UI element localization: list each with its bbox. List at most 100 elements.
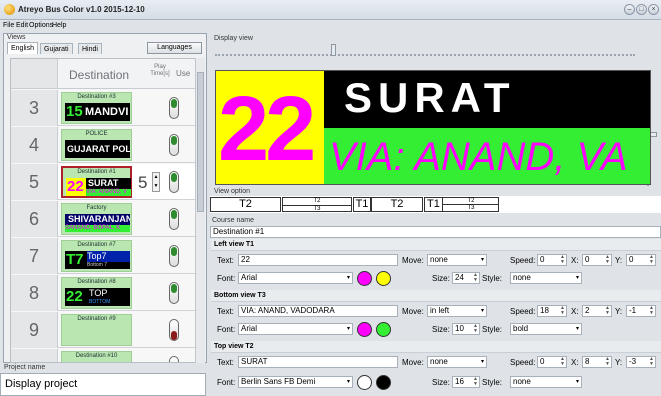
destination-thumbnail[interactable]: POLICE GUJARAT POLICE: [61, 129, 132, 161]
bottom-view-size-spinner[interactable]: 10 ▲ ▼: [452, 323, 480, 335]
left-view-text-input[interactable]: 22: [238, 254, 398, 266]
left-view-y-spinner[interactable]: 0 ▲ ▼: [626, 254, 656, 266]
use-toggle[interactable]: [169, 356, 179, 362]
languages-button[interactable]: Languages: [147, 42, 202, 54]
top-view-y-spinner[interactable]: -3 ▲ ▼: [626, 356, 656, 368]
table-header: Destination Play Time[s] Use: [11, 59, 195, 89]
use-toggle[interactable]: [169, 134, 179, 156]
view-option-1[interactable]: T2: [210, 197, 281, 212]
tab-english[interactable]: English: [7, 42, 38, 54]
menu-options[interactable]: Options: [29, 22, 53, 29]
top-view-font-dropdown[interactable]: Berlin Sans FB Demi ▾: [238, 376, 353, 388]
header-use: Use: [176, 69, 191, 78]
thumbnail-caption: Destination #1: [77, 169, 116, 175]
menu-file[interactable]: File: [3, 22, 14, 29]
view-option-3[interactable]: T1: [353, 197, 371, 212]
table-row[interactable]: 3 Destination #3 15 MANDVI: [11, 90, 195, 126]
thumbnail-number: 15: [66, 103, 83, 120]
play-time-value[interactable]: 5: [138, 173, 147, 193]
use-toggle[interactable]: [169, 245, 179, 267]
bottom-view-move-dropdown[interactable]: in left ▾: [427, 305, 487, 317]
menu-help[interactable]: Help: [52, 22, 66, 29]
bottom-view-font-dropdown[interactable]: Arial ▾: [238, 323, 353, 335]
use-toggle[interactable]: [169, 97, 179, 119]
destination-thumbnail[interactable]: Factory SHIVARANJANI SANAND, BOPAL, K: [61, 203, 132, 235]
top-view-size-spinner[interactable]: 16 ▲ ▼: [452, 376, 480, 388]
view-option-4[interactable]: T2: [371, 197, 423, 212]
destination-thumbnail[interactable]: Destination #3 15 MANDVI: [61, 92, 132, 124]
left-view-x-spinner[interactable]: 0 ▲ ▼: [582, 254, 612, 266]
bottom-view-text-input[interactable]: VIA: ANAND, VADODARA: [238, 305, 398, 317]
display-slider[interactable]: [215, 44, 635, 56]
project-name-input[interactable]: Display project: [0, 373, 206, 396]
table-row[interactable]: 4 POLICE GUJARAT POLICE: [11, 127, 195, 163]
chevron-down-icon: ▾: [346, 275, 350, 281]
bottom-view-color-1[interactable]: [357, 322, 372, 337]
top-view-x-spinner[interactable]: 8 ▲ ▼: [582, 356, 612, 368]
chevron-down-icon: ▾: [575, 326, 579, 332]
thumbnail-caption: Destination #7: [77, 242, 116, 248]
bottom-view-speed-spinner[interactable]: 18 ▲ ▼: [537, 305, 567, 317]
destination-thumbnail[interactable]: Destination #8 22 TOP BOTTOM: [61, 277, 132, 309]
thumbnail-text: TOP: [89, 288, 108, 298]
destination-thumbnail[interactable]: Destination #1 22 SURAT VIA: ANAND, V: [61, 166, 132, 198]
slider-handle[interactable]: [331, 44, 336, 56]
bottom-view-x-spinner[interactable]: 2 ▲ ▼: [582, 305, 612, 317]
use-toggle[interactable]: [169, 208, 179, 230]
view-option-label: View option: [214, 188, 251, 195]
maximize-icon[interactable]: □: [636, 4, 647, 15]
move-label: Move:: [402, 358, 424, 367]
thumbnail-caption: POLICE: [85, 131, 108, 137]
top-view-style-dropdown[interactable]: none ▾: [510, 376, 582, 388]
tab-hindi[interactable]: Hindi: [78, 43, 102, 54]
left-view-size-spinner[interactable]: 24 ▲ ▼: [452, 272, 480, 284]
bottom-view-color-2[interactable]: [376, 322, 391, 337]
bottom-view-style-dropdown[interactable]: bold ▾: [510, 323, 582, 335]
top-view-color-1[interactable]: [357, 375, 372, 390]
top-view-move-dropdown[interactable]: none ▾: [427, 356, 487, 368]
table-row[interactable]: 8 Destination #8 22 TOP BOTTOM: [11, 275, 195, 311]
left-view-move-dropdown[interactable]: none ▾: [427, 254, 487, 266]
table-scrollbar[interactable]: [195, 58, 205, 363]
view-option-5[interactable]: T1 T2 T3: [424, 197, 499, 212]
use-toggle[interactable]: [169, 171, 179, 193]
table-row[interactable]: Destination #10: [11, 349, 195, 362]
view-option-2[interactable]: T2 T3: [282, 197, 352, 212]
top-view-color-2[interactable]: [376, 375, 391, 390]
destination-thumbnail[interactable]: Destination #9: [61, 314, 132, 346]
use-toggle[interactable]: [169, 282, 179, 304]
menu-edit[interactable]: Edit: [16, 22, 28, 29]
view-option-5-left: T1: [427, 198, 440, 210]
display-view-label: Display view: [214, 35, 253, 42]
row-number: 8: [11, 275, 58, 311]
window-title: Atreyo Bus Color v1.0 2015-12-10: [18, 5, 145, 14]
left-view-color-2[interactable]: [376, 271, 391, 286]
left-view-style-dropdown[interactable]: none ▾: [510, 272, 582, 284]
display-top-text: SURAT: [344, 74, 516, 121]
table-row[interactable]: 9 Destination #9: [11, 312, 195, 348]
thumbnail-text: GUJARAT POLICE: [67, 144, 130, 154]
close-icon[interactable]: ×: [648, 4, 659, 15]
destination-thumbnail[interactable]: Destination #10: [61, 351, 132, 362]
tab-gujarati[interactable]: Gujarati: [40, 43, 73, 54]
destination-thumbnail[interactable]: Destination #7 T7 Top7 Bottom 7: [61, 240, 132, 272]
bottom-view-title: Bottom view T3: [214, 292, 266, 299]
course-name-input[interactable]: Destination #1: [210, 226, 661, 238]
table-row-selected[interactable]: 5 Destination #1 22 SURAT VIA: ANAND, V …: [11, 164, 195, 200]
scrollbar-thumb[interactable]: [197, 72, 204, 212]
left-view-color-1[interactable]: [357, 271, 372, 286]
thumbnail-caption: Destination #9: [77, 316, 116, 322]
table-row[interactable]: 6 Factory SHIVARANJANI SANAND, BOPAL, K: [11, 201, 195, 237]
minimize-icon[interactable]: –: [624, 4, 635, 15]
play-time-spinner[interactable]: ▲ ▼: [152, 172, 160, 192]
left-view-font-dropdown[interactable]: Arial ▾: [238, 272, 353, 284]
move-value: in left: [430, 306, 450, 315]
top-view-text-input[interactable]: SURAT: [238, 356, 398, 368]
move-label: Move:: [402, 256, 424, 265]
table-row[interactable]: 7 Destination #7 T7 Top7 Bottom 7: [11, 238, 195, 274]
chevron-down-icon: ▾: [346, 379, 350, 385]
bottom-view-y-spinner[interactable]: -1 ▲ ▼: [626, 305, 656, 317]
use-toggle[interactable]: [169, 319, 179, 341]
left-view-speed-spinner[interactable]: 0 ▲ ▼: [537, 254, 567, 266]
top-view-speed-spinner[interactable]: 0 ▲ ▼: [537, 356, 567, 368]
